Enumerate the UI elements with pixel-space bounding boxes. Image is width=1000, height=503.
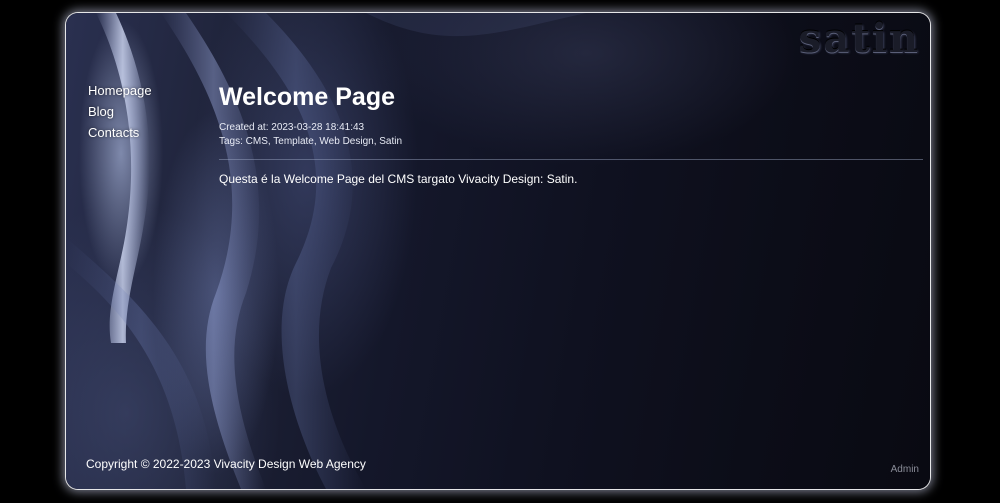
nav-item-homepage[interactable]: Homepage — [88, 80, 152, 101]
content-divider — [219, 159, 923, 160]
main-nav: Homepage Blog Contacts — [88, 80, 152, 143]
main-content: Welcome Page Created at: 2023-03-28 18:4… — [219, 81, 923, 186]
page-body-text: Questa é la Welcome Page del CMS targato… — [219, 172, 578, 186]
page-frame: satin Homepage Blog Contacts Welcome Pag… — [66, 13, 930, 489]
tags-line: Tags: CMS, Template, Web Design, Satin — [219, 136, 403, 147]
admin-link[interactable]: Admin — [891, 464, 919, 475]
nav-item-blog[interactable]: Blog — [88, 101, 152, 122]
footer-copyright: Copyright © 2022-2023 Vivacity Design We… — [86, 457, 366, 471]
created-date: Created at: 2023-03-28 18:41:43 — [219, 122, 365, 133]
nav-item-contacts[interactable]: Contacts — [88, 122, 152, 143]
page-title: Welcome Page — [219, 83, 396, 111]
site-logo[interactable]: satin — [799, 15, 920, 62]
